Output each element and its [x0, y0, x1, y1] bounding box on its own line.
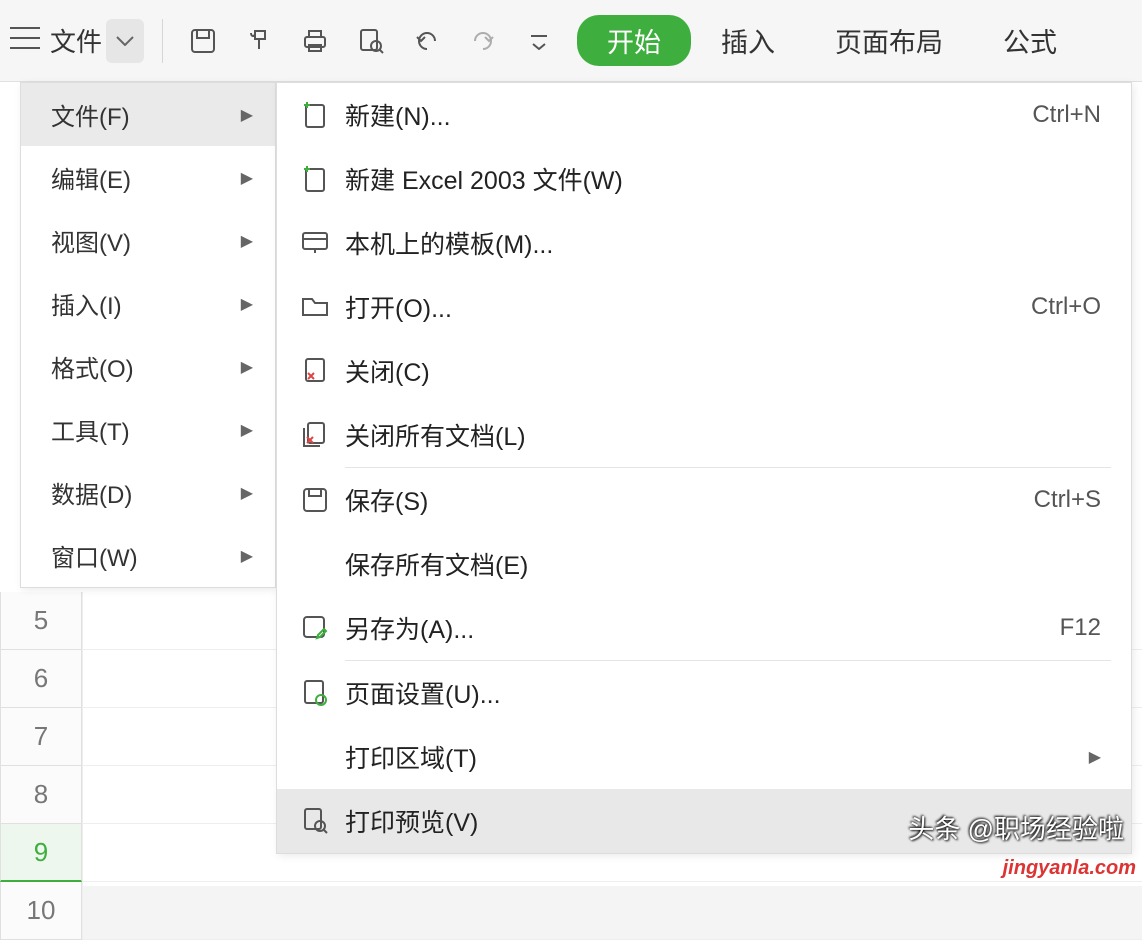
menu-data[interactable]: 数据(D) ▶ [21, 461, 275, 524]
menu-label: 窗口(W) [51, 538, 138, 573]
file-submenu: 新建(N)... Ctrl+N 新建 Excel 2003 文件(W) 本机上的… [276, 82, 1132, 854]
more-tools-icon[interactable] [517, 19, 561, 63]
row-header[interactable]: 6 [0, 650, 82, 708]
file-dropdown-button[interactable] [106, 19, 144, 63]
menu-label: 插入(I) [51, 286, 122, 321]
menu-label: 新建 Excel 2003 文件(W) [335, 161, 1101, 197]
template-icon [295, 231, 335, 255]
tab-page-layout[interactable]: 页面布局 [805, 21, 973, 60]
row-header[interactable]: 8 [0, 766, 82, 824]
save-icon[interactable] [181, 19, 225, 63]
menu-label: 关闭(C) [335, 353, 1101, 389]
row-header-selected[interactable]: 9 [0, 824, 82, 882]
separator [162, 19, 163, 63]
watermark-url: jingyanla.com [1003, 857, 1136, 880]
menu-save-all[interactable]: 保存所有文档(E) [277, 532, 1131, 596]
menu-label: 工具(T) [51, 412, 130, 447]
menu-label: 打开(O)... [335, 289, 1031, 325]
shortcut: Ctrl+O [1031, 293, 1101, 321]
redo-icon[interactable] [461, 19, 505, 63]
menu-file[interactable]: 文件(F) ▶ [21, 83, 275, 146]
ribbon-tabs: 开始 插入 页面布局 公式 [577, 15, 1057, 66]
menu-label: 视图(V) [51, 223, 131, 258]
chevron-right-icon: ▶ [241, 105, 253, 125]
menu-view[interactable]: 视图(V) ▶ [21, 209, 275, 272]
print-icon[interactable] [293, 19, 337, 63]
menu-templates[interactable]: 本机上的模板(M)... [277, 211, 1131, 275]
new-file-icon [295, 165, 335, 193]
chevron-right-icon: ▶ [241, 546, 253, 566]
print-preview-icon[interactable] [349, 19, 393, 63]
chevron-right-icon: ▶ [241, 231, 253, 251]
tab-formula[interactable]: 公式 [973, 21, 1057, 60]
menu-save-as[interactable]: 另存为(A)... F12 [277, 596, 1131, 660]
row-header[interactable]: 10 [0, 882, 82, 940]
menu-label: 格式(O) [51, 349, 134, 384]
new-file-icon [295, 101, 335, 129]
chevron-right-icon: ▶ [1089, 747, 1101, 767]
menu-label: 文件(F) [51, 97, 130, 132]
menu-label: 数据(D) [51, 475, 132, 510]
menu-label: 保存(S) [335, 482, 1034, 518]
shortcut: Ctrl+N [1032, 101, 1101, 129]
shortcut: F12 [1060, 614, 1101, 642]
menu-icon[interactable] [10, 27, 40, 55]
menu-edit[interactable]: 编辑(E) ▶ [21, 146, 275, 209]
chevron-right-icon: ▶ [241, 420, 253, 440]
menu-label: 打印区域(T) [335, 739, 1089, 775]
menu-label: 页面设置(U)... [335, 675, 1101, 711]
menu-label: 保存所有文档(E) [335, 546, 1101, 582]
folder-icon [295, 295, 335, 319]
save-as-icon [295, 615, 335, 641]
tab-insert[interactable]: 插入 [691, 21, 805, 60]
menu-label: 关闭所有文档(L) [335, 417, 1101, 453]
menu-print-area[interactable]: 打印区域(T) ▶ [277, 725, 1131, 789]
close-file-icon [295, 357, 335, 385]
main-menu: 文件(F) ▶ 编辑(E) ▶ 视图(V) ▶ 插入(I) ▶ 格式(O) ▶ … [20, 82, 276, 588]
menu-insert[interactable]: 插入(I) ▶ [21, 272, 275, 335]
shortcut: Ctrl+S [1034, 486, 1101, 514]
menu-label: 本机上的模板(M)... [335, 225, 1101, 261]
row-headers: 5 6 7 8 9 10 [0, 592, 82, 940]
chevron-right-icon: ▶ [241, 294, 253, 314]
row-header[interactable]: 7 [0, 708, 82, 766]
chevron-right-icon: ▶ [241, 483, 253, 503]
menu-label: 另存为(A)... [335, 610, 1060, 646]
toolbar: 文件 开始 插入 页面布局 公式 [0, 0, 1142, 82]
menu-page-setup[interactable]: 页面设置(U)... [277, 661, 1131, 725]
row-header[interactable]: 5 [0, 592, 82, 650]
menu-window[interactable]: 窗口(W) ▶ [21, 524, 275, 587]
menu-close[interactable]: 关闭(C) [277, 339, 1131, 403]
tab-start[interactable]: 开始 [577, 15, 691, 66]
menu-close-all[interactable]: 关闭所有文档(L) [277, 403, 1131, 467]
menu-new-excel2003[interactable]: 新建 Excel 2003 文件(W) [277, 147, 1131, 211]
chevron-right-icon: ▶ [241, 357, 253, 377]
menu-label: 编辑(E) [51, 160, 131, 195]
menu-format[interactable]: 格式(O) ▶ [21, 335, 275, 398]
file-menu-label[interactable]: 文件 [50, 22, 102, 59]
undo-icon[interactable] [405, 19, 449, 63]
save-icon [295, 487, 335, 513]
menu-open[interactable]: 打开(O)... Ctrl+O [277, 275, 1131, 339]
menu-label: 新建(N)... [335, 97, 1032, 133]
print-preview-icon [295, 807, 335, 835]
menu-save[interactable]: 保存(S) Ctrl+S [277, 468, 1131, 532]
format-painter-icon[interactable] [237, 19, 281, 63]
chevron-right-icon: ▶ [241, 168, 253, 188]
close-all-icon [295, 421, 335, 449]
menu-tools[interactable]: 工具(T) ▶ [21, 398, 275, 461]
menu-new[interactable]: 新建(N)... Ctrl+N [277, 83, 1131, 147]
page-setup-icon [295, 679, 335, 707]
watermark-text: 头条 @职场经验啦 [908, 809, 1124, 846]
